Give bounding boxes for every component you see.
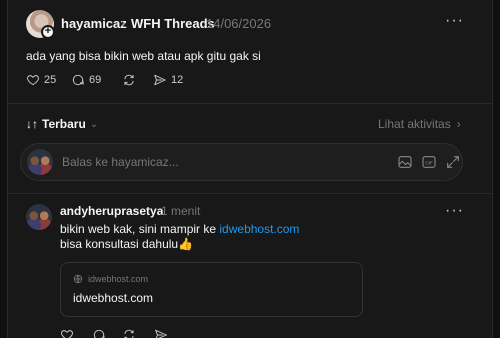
comment-time: 1 menit — [161, 204, 201, 218]
comment-username[interactable]: andyheruprasetya — [60, 204, 163, 218]
comment-button[interactable]: 69 — [71, 73, 101, 87]
chevron-down-icon: ⌄ — [89, 118, 99, 130]
repost-icon[interactable] — [122, 328, 136, 338]
post-date: 14/06/2026 — [206, 16, 272, 31]
chevron-right-icon: › — [121, 15, 126, 30]
like-button[interactable]: 25 — [26, 73, 56, 87]
comment-author-avatar[interactable] — [26, 204, 52, 230]
comment-icon — [72, 74, 84, 86]
comment-count: 69 — [89, 74, 102, 86]
divider — [8, 193, 492, 194]
repost-icon — [124, 74, 134, 86]
sort-icon: ↓↑ — [26, 117, 38, 131]
comment-text: bikin web kak, sini mampir ke — [60, 222, 220, 236]
expand-icon[interactable] — [445, 154, 461, 170]
post-username[interactable]: hayamicaz — [61, 16, 127, 31]
follow-plus-icon[interactable]: + — [41, 25, 55, 39]
link-title: idwebhost.com — [73, 291, 154, 305]
link-domain: idwebhost.com — [88, 274, 149, 284]
view-activity-label: Lihat aktivitas — [378, 117, 451, 131]
link-preview-card[interactable]: idwebhost.com idwebhost.com — [60, 262, 363, 317]
share-count: 12 — [171, 74, 184, 86]
globe-icon — [73, 274, 83, 284]
chevron-right-icon: › — [456, 117, 461, 131]
gif-icon[interactable]: GIF — [421, 154, 437, 170]
more-icon[interactable]: ··· — [445, 12, 464, 30]
current-user-avatar — [27, 149, 53, 175]
share-icon[interactable] — [154, 328, 168, 338]
heart-icon[interactable] — [60, 328, 74, 338]
post-text: ada yang bisa bikin web atau apk gitu ga… — [26, 49, 261, 63]
share-icon — [154, 74, 166, 86]
heart-icon — [27, 75, 39, 86]
reply-box[interactable]: Balas ke hayamicaz... GIF — [20, 143, 463, 181]
reply-placeholder[interactable]: Balas ke hayamicaz... — [62, 155, 179, 169]
share-button[interactable]: 12 — [153, 73, 183, 87]
comment-text-line2: bisa konsultasi dahulu👍 — [60, 237, 194, 251]
comment-link[interactable]: idwebhost.com — [219, 222, 299, 236]
link-domain-row: idwebhost.com — [73, 274, 148, 284]
comment-icon[interactable] — [92, 328, 106, 338]
thread-name[interactable]: WFH Threads — [131, 16, 215, 31]
divider — [8, 103, 492, 104]
sort-dropdown[interactable]: ↓↑ Terbaru ⌄ — [26, 117, 98, 131]
comment-more-icon[interactable]: ··· — [445, 202, 464, 220]
repost-button[interactable] — [122, 73, 136, 87]
like-count: 25 — [44, 74, 57, 86]
comment-text-line1: bikin web kak, sini mampir ke idwebhost.… — [60, 222, 299, 236]
svg-text:GIF: GIF — [425, 160, 433, 166]
image-icon[interactable] — [397, 154, 413, 170]
view-activity-link[interactable]: Lihat aktivitas › — [378, 117, 461, 131]
thread-panel: + hayamicaz › WFH Threads 14/06/2026 ···… — [7, 0, 493, 338]
sort-label: Terbaru — [42, 117, 86, 131]
